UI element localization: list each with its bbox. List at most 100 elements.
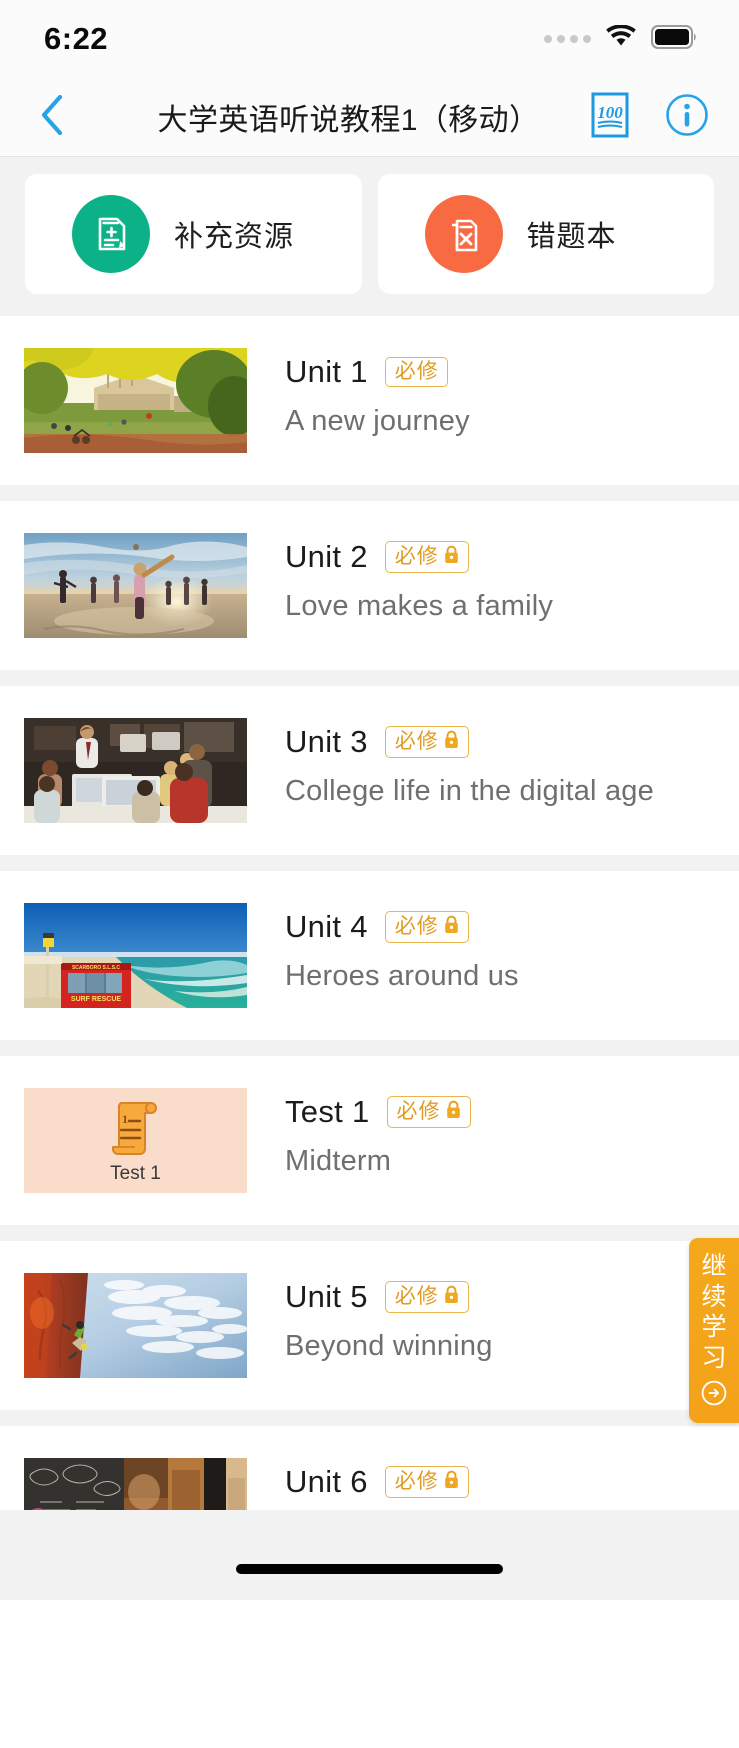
unit-title: Unit 4 <box>285 909 368 944</box>
info-button[interactable] <box>665 93 709 142</box>
list-item[interactable]: Unit 3 必修 College life in the digital ag… <box>0 686 739 855</box>
fab-char: 继 <box>701 1252 727 1280</box>
unit-heading: Test 1 必修 <box>285 1094 739 1130</box>
document-cross-icon <box>424 195 503 273</box>
unit-thumbnail <box>24 718 247 823</box>
fab-char: 学 <box>701 1313 727 1341</box>
quick-action-label: 补充资源 <box>174 221 295 253</box>
unit-list: Unit 1 必修 A new journey Unit 2 必修 Love m… <box>0 316 739 1595</box>
bottom-home-bar <box>0 1510 739 1600</box>
test-scroll-icon: 1 <box>107 1097 165 1159</box>
unit-text-block: Unit 1 必修 A new journey <box>247 348 739 438</box>
list-item[interactable]: Unit 5 必修 Beyond winning <box>0 1241 739 1410</box>
badge-label: 必修 <box>396 1100 441 1123</box>
lock-icon <box>443 1470 460 1493</box>
students-computer-lab-photo <box>24 718 247 823</box>
unit-text-block: Test 1 必修 Midterm <box>247 1088 739 1178</box>
lock-icon <box>443 1285 460 1308</box>
svg-text:SURF RESCUE: SURF RESCUE <box>71 996 122 1003</box>
continue-learning-button[interactable]: 继 续 学 习 <box>689 1238 739 1423</box>
quick-action-supplementary-resources[interactable]: 补充资源 <box>25 174 362 294</box>
svg-text:1: 1 <box>122 1112 128 1126</box>
status-time: 6:22 <box>44 21 109 56</box>
score-button[interactable]: 100 <box>591 92 629 143</box>
unit-text-block: Unit 5 必修 Beyond winning <box>247 1273 739 1363</box>
unit-subtitle: Beyond winning <box>285 1330 493 1362</box>
wifi-icon <box>605 23 637 54</box>
fab-char: 续 <box>701 1282 727 1311</box>
quick-action-label: 错题本 <box>526 221 617 253</box>
navigation-bar: 大学英语听说教程1（移动） 100 <box>0 78 739 157</box>
unit-heading: Unit 2 必修 <box>285 539 739 575</box>
unit-heading: Unit 5 必修 <box>285 1279 739 1315</box>
badge-label: 必修 <box>394 1470 439 1493</box>
badge-label: 必修 <box>394 545 439 568</box>
chevron-left-icon <box>39 94 65 141</box>
lock-icon <box>443 545 460 568</box>
unit-text-block: Unit 6 必修 <box>247 1458 739 1515</box>
unit-heading: Unit 4 必修 <box>285 909 739 945</box>
rock-climbing-cliff-photo <box>24 1273 247 1378</box>
unit-title: Unit 6 <box>285 1464 368 1499</box>
section-divider <box>0 1040 739 1056</box>
battery-full-icon <box>651 24 699 55</box>
section-divider <box>0 855 739 871</box>
unit-thumbnail <box>24 348 247 453</box>
unit-title: Test 1 <box>285 1094 370 1129</box>
unit-title: Unit 5 <box>285 1279 368 1314</box>
status-icons <box>544 23 699 55</box>
unit-subtitle: Love makes a family <box>285 590 554 622</box>
unit-title: Unit 2 <box>285 539 368 574</box>
required-badge: 必修 <box>384 357 448 387</box>
page-title: 大学英语听说教程1（移动） <box>157 104 540 137</box>
quick-actions-bar: 补充资源 错题本 <box>0 157 739 316</box>
required-locked-badge: 必修 <box>386 1096 471 1128</box>
badge-label: 必修 <box>394 915 439 938</box>
unit-subtitle: Midterm <box>285 1145 392 1177</box>
test-thumbnail: 1 Test 1 <box>24 1088 247 1193</box>
list-item[interactable]: Unit 1 必修 A new journey <box>0 316 739 485</box>
required-locked-badge: 必修 <box>384 1466 469 1498</box>
unit-heading: Unit 1 必修 <box>285 354 739 390</box>
required-locked-badge: 必修 <box>384 911 469 943</box>
list-item[interactable]: 1 Test 1 Test 1 必修 Midterm <box>0 1056 739 1225</box>
unit-subtitle: A new journey <box>285 405 470 437</box>
quick-action-wrong-question-book[interactable]: 错题本 <box>377 174 714 294</box>
section-divider <box>0 1225 739 1241</box>
badge-label: 必修 <box>394 730 439 753</box>
test-thumbnail-label: Test 1 <box>110 1162 161 1184</box>
beach-sunset-family-photo <box>24 533 247 638</box>
section-divider <box>0 485 739 501</box>
required-locked-badge: 必修 <box>384 541 469 573</box>
back-button[interactable] <box>28 93 76 141</box>
section-divider <box>0 670 739 686</box>
badge-label: 必修 <box>394 360 439 383</box>
required-locked-badge: 必修 <box>384 726 469 758</box>
section-divider <box>0 1410 739 1426</box>
list-item[interactable]: Unit 2 必修 Love makes a family <box>0 501 739 670</box>
unit-heading: Unit 6 必修 <box>285 1464 739 1500</box>
unit-text-block: Unit 4 必修 Heroes around us <box>247 903 739 993</box>
lock-icon <box>445 1100 462 1123</box>
info-circle-icon <box>665 93 709 142</box>
svg-text:SCARBORO S.L.S.C: SCARBORO S.L.S.C <box>72 965 120 971</box>
hundred-score-icon: 100 <box>591 92 629 143</box>
unit-subtitle: College life in the digital age <box>285 775 654 807</box>
unit-heading: Unit 3 必修 <box>285 724 739 760</box>
nav-actions: 100 <box>591 92 709 143</box>
unit-text-block: Unit 3 必修 College life in the digital ag… <box>247 718 739 808</box>
status-bar: 6:22 <box>0 0 739 78</box>
lock-icon <box>443 730 460 753</box>
unit-thumbnail: SCARBORO S.L.S.C SURF RESCUE <box>24 903 247 1008</box>
svg-text:100: 100 <box>597 103 623 122</box>
document-plus-icon <box>72 195 150 273</box>
lock-icon <box>443 915 460 938</box>
fab-char: 习 <box>701 1343 727 1372</box>
unit-subtitle: Heroes around us <box>285 960 519 992</box>
unit-text-block: Unit 2 必修 Love makes a family <box>247 533 739 623</box>
list-item[interactable]: SCARBORO S.L.S.C SURF RESCUE Unit 4 必修 H… <box>0 871 739 1040</box>
home-indicator[interactable] <box>236 1564 503 1574</box>
unit-title: Unit 1 <box>285 354 368 389</box>
unit-thumbnail <box>24 1273 247 1378</box>
arrow-right-circle-icon <box>701 1380 727 1411</box>
